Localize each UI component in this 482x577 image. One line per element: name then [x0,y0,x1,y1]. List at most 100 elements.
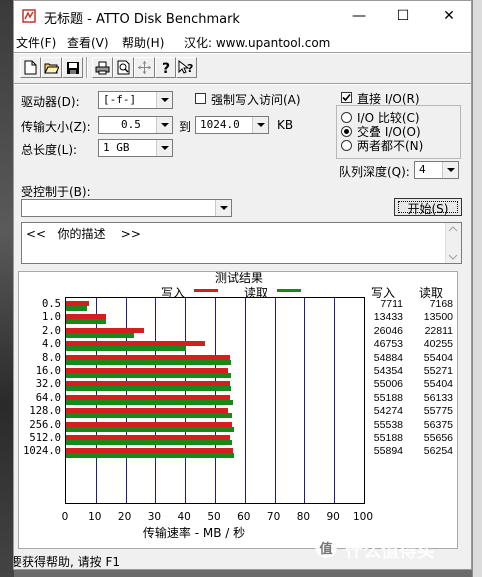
grid-line [334,298,335,503]
force-write-checkbox[interactable] [195,93,206,104]
save-disk-icon[interactable] [62,57,83,78]
x-tick-label: 50 [207,511,221,523]
bar-read-32.0 [66,386,232,392]
description-scrollbar[interactable] [445,223,461,263]
bar-read-16.0 [66,373,231,378]
write-value: 54354 [373,365,403,377]
direct-io-checkbox[interactable] [341,92,352,103]
start-button-label: 开始(S) [407,202,449,216]
description-text: << 你的描述 >> [26,227,141,241]
bar-read-1024.0 [66,453,234,459]
x-tick-label: 60 [237,511,251,523]
new-doc-icon[interactable] [20,57,41,78]
read-value: 55404 [423,351,453,364]
total-length-select[interactable]: 1 GB [98,139,173,157]
force-write-label[interactable]: 强制写入访问(A) [211,91,301,108]
app-icon [22,9,36,23]
write-value: 7711 [380,298,403,310]
x-tick-label: 10 [88,511,102,523]
y-tick-label: 32.0 [35,378,61,391]
write-value: 26046 [373,324,403,337]
drive-select[interactable]: [-f-] [98,91,173,109]
print-preview-icon[interactable] [113,57,134,78]
y-tick-label: 4.0 [42,338,61,351]
menu-credit[interactable]: 汉化: www.upantool.com [184,34,330,51]
y-tick-label: 2.0 [42,324,61,337]
legend-read-swatch [277,289,301,292]
drive-value: [-f-] [103,93,137,106]
controlled-by-select[interactable] [21,199,232,217]
total-length-value: 1 GB [103,141,130,154]
chevron-down-icon[interactable] [156,117,172,133]
io-overlap-radio[interactable] [341,126,352,137]
write-value: 55006 [373,378,403,391]
kb-label: KB [277,118,294,132]
minimize-button[interactable]: — [337,1,381,32]
transfer-to-select[interactable]: 1024.0 [195,116,269,134]
start-button[interactable]: 开始(S) [394,198,462,216]
help-icon[interactable]: ? [155,57,176,78]
transfer-to-value: 1024.0 [200,118,240,131]
read-value: 22811 [424,324,453,337]
title-bar[interactable]: 无标题 - ATTO Disk Benchmark — ☐ ✕ [14,1,471,32]
close-button[interactable]: ✕ [427,1,471,32]
queue-depth-select[interactable]: 4 [414,161,459,179]
x-tick-label: 90 [326,511,340,523]
chevron-down-icon[interactable] [442,162,458,178]
read-value: 7168 [429,298,453,310]
x-tick-label: 40 [177,511,191,523]
watermark-logo-icon: 值 [315,536,337,558]
x-tick-label: 100 [352,511,374,523]
x-tick-label: 20 [117,511,132,523]
toolbar-divider [14,83,471,85]
bar-read-256.0 [66,426,234,432]
toolbar-separator [86,57,88,78]
watermark: 值 什么值得买 [315,534,475,564]
y-tick-label: 128.0 [29,405,61,418]
watermark-text: 什么值得买 [345,541,435,562]
maximize-button[interactable]: ☐ [381,1,425,32]
x-tick-label: 80 [296,511,311,523]
neither-label[interactable]: 两者都不(N) [357,137,423,154]
read-value: 55404 [423,378,453,391]
bar-read-8.0 [66,359,232,365]
open-folder-icon[interactable] [41,57,62,78]
read-value: 55271 [423,365,453,377]
io-compare-radio[interactable] [341,112,352,123]
controlled-by-label: 受控制于(B): [21,185,91,199]
menu-help[interactable]: 帮助(H) [122,34,164,51]
neither-radio[interactable] [341,140,352,151]
context-help-icon[interactable]: ? [176,57,197,78]
bar-read-2.0 [66,332,134,338]
total-length-label: 总长度(L): [21,143,78,157]
bar-read-512.0 [66,440,232,445]
transfer-from-select[interactable]: 0.5 [98,116,173,134]
y-tick-label: 1024.0 [23,445,61,458]
write-value: 55188 [373,391,403,404]
transfer-from-value: 0.5 [121,118,141,131]
bar-read-4.0 [66,346,186,352]
chevron-down-icon[interactable] [156,92,172,108]
drive-label: 驱动器(D): [21,95,80,109]
y-tick-label: 8.0 [42,351,61,364]
chevron-down-icon[interactable] [156,140,172,156]
menu-view[interactable]: 查看(V) [67,34,109,51]
x-tick-label: 70 [266,511,281,523]
print-icon[interactable] [92,57,113,78]
menu-file[interactable]: 文件(F) [16,34,56,51]
description-textarea[interactable]: << 你的描述 >> [21,222,462,264]
chevron-down-icon[interactable] [215,200,231,216]
write-value: 55188 [373,432,403,444]
svg-text:?: ? [162,61,170,75]
chevron-down-icon[interactable] [252,117,268,133]
read-value: 13500 [423,311,453,324]
read-value: 56375 [423,418,453,431]
write-value: 46753 [373,338,403,351]
bar-read-64.0 [66,399,234,405]
x-tick-label: 30 [147,511,162,523]
bar-read-128.0 [66,413,233,419]
status-text: 要获得帮助, 请按 F1 [13,555,120,569]
move-icon[interactable] [134,57,155,78]
y-tick-label: 0.5 [42,298,61,310]
y-tick-label: 64.0 [35,391,61,404]
